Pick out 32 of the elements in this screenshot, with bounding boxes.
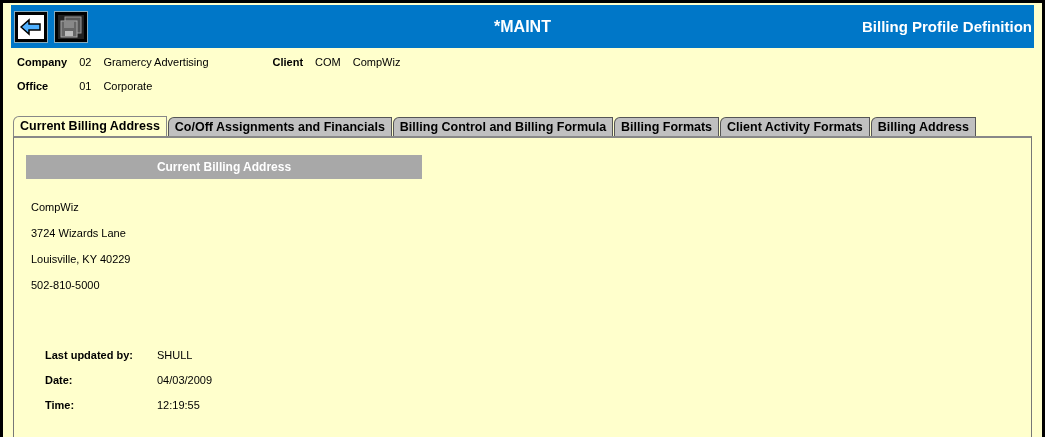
field-code: 01 [79,80,92,92]
back-arrow-icon [20,17,42,36]
field-code: 02 [79,56,92,68]
tab[interactable]: Co/Off Assignments and Financials [167,117,392,136]
field-label: Client [272,56,304,68]
field-code: COM [315,56,341,68]
field-label: Last updated by: [45,349,134,361]
tab[interactable]: Current Billing Address [13,116,167,136]
tab[interactable]: Billing Control and Billing Formula [392,117,614,136]
field-value: 04/03/2009 [157,374,214,386]
floppy-disk-icon [60,15,82,38]
save-button[interactable] [55,11,87,42]
field-value: CompWiz [352,56,401,68]
address-line: Louisville, KY 40229 [31,253,132,265]
tab[interactable]: Client Activity Formats [720,117,870,136]
field-label: Office [17,80,50,92]
field-value: Gramercy Advertising [103,56,209,68]
section-header: Current Billing Address [26,155,422,179]
field-value: SHULL [157,349,194,361]
field-value: 12:19:55 [157,399,201,411]
field-label: Date: [45,374,74,386]
address-line: 502-810-5000 [31,279,101,291]
tab[interactable]: Billing Address [870,117,976,136]
address-line: CompWiz [31,201,80,213]
address-line: 3724 Wizards Lane [31,227,127,239]
field-label: Company [17,56,68,68]
screen-subtitle: Billing Profile Definition [862,18,1033,35]
tab[interactable]: Billing Formats [614,117,720,136]
field-label: Time: [45,399,76,411]
screen-title: *MAINT [494,17,551,36]
field-value: Corporate [103,80,154,92]
back-button[interactable] [15,11,47,42]
